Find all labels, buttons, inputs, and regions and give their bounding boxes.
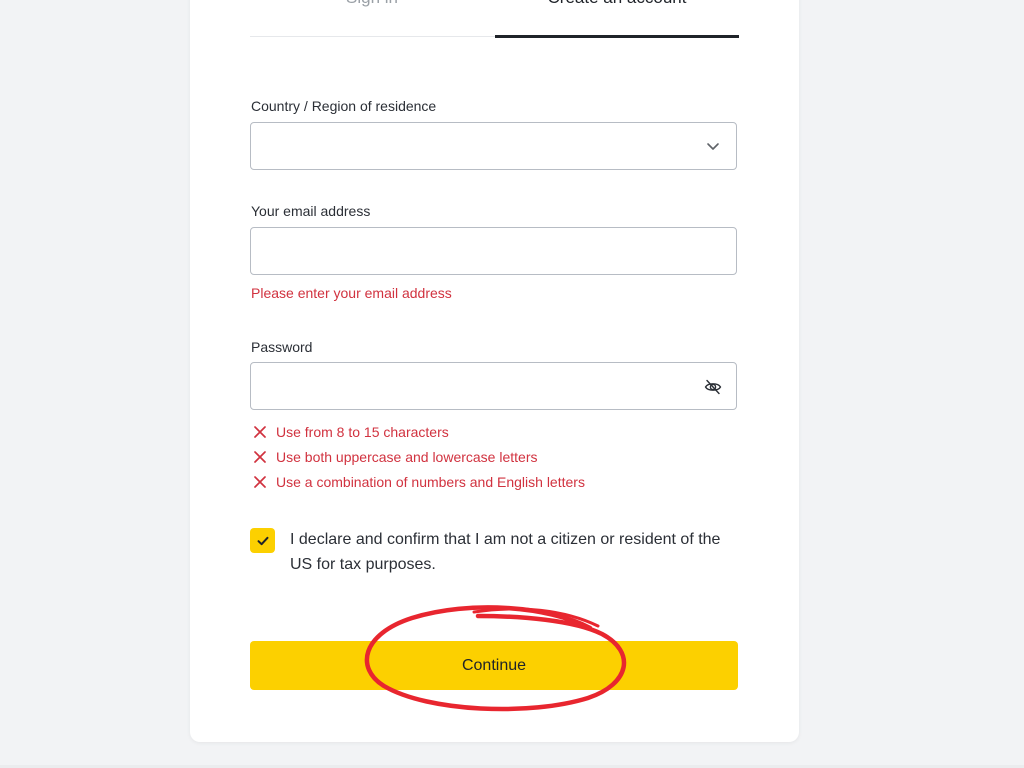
country-label: Country / Region of residence <box>251 98 437 114</box>
country-value[interactable] <box>263 123 697 171</box>
email-input[interactable] <box>263 228 697 276</box>
x-icon <box>254 451 266 463</box>
email-field[interactable] <box>250 227 737 276</box>
auth-tabs: Sign in Create an account <box>250 0 739 38</box>
tab-sign-in[interactable]: Sign in <box>250 0 494 36</box>
password-label: Password <box>251 339 313 355</box>
country-select[interactable] <box>250 122 737 171</box>
chevron-down-icon[interactable] <box>704 137 722 155</box>
email-error: Please enter your email address <box>251 285 452 301</box>
checkmark-icon <box>257 536 268 545</box>
tab-create-account[interactable]: Create an account <box>495 0 739 36</box>
password-field[interactable] <box>250 362 737 411</box>
email-label: Your email address <box>251 203 371 219</box>
continue-button[interactable]: Continue <box>250 641 738 690</box>
password-rule: Use both uppercase and lowercase letters <box>252 448 537 466</box>
password-rule: Use from 8 to 15 characters <box>252 423 449 441</box>
password-rule: Use a combination of numbers and English… <box>252 473 585 491</box>
active-tab-indicator <box>495 35 739 38</box>
eye-slash-icon[interactable] <box>704 378 722 396</box>
x-icon <box>254 426 266 438</box>
password-rule-text: Use from 8 to 15 characters <box>276 424 449 440</box>
declaration-checkbox[interactable] <box>250 528 275 553</box>
password-rule-text: Use both uppercase and lowercase letters <box>276 449 538 465</box>
x-icon <box>254 476 266 488</box>
declaration-text: I declare and confirm that I am not a ci… <box>290 531 721 573</box>
password-rule-text: Use a combination of numbers and English… <box>276 474 585 490</box>
password-input[interactable] <box>263 363 697 411</box>
